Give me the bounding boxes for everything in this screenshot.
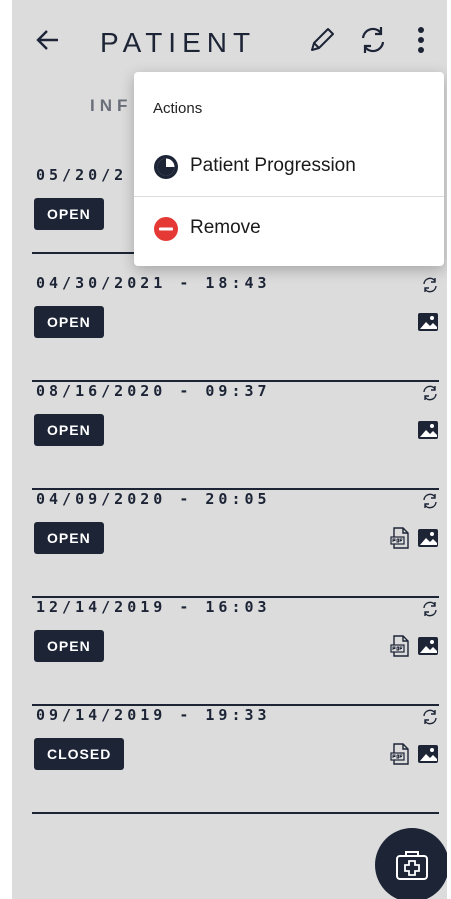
image-icon[interactable] xyxy=(417,420,439,440)
add-record-fab[interactable] xyxy=(375,828,447,899)
more-vertical-icon[interactable] xyxy=(414,24,428,56)
pdf-icon[interactable] xyxy=(389,527,411,549)
app-header: PATIENT xyxy=(12,0,447,80)
pencil-icon[interactable] xyxy=(306,24,336,56)
record-datetime: 05/20/2 xyxy=(36,166,128,184)
pdf-icon[interactable] xyxy=(389,743,411,765)
status-badge[interactable]: CLOSED xyxy=(34,738,125,770)
tab-info[interactable]: INF xyxy=(90,96,132,116)
arrow-left-icon[interactable] xyxy=(34,26,62,54)
page-title: PATIENT xyxy=(100,27,257,58)
image-icon[interactable] xyxy=(417,528,439,548)
record-row[interactable]: 09/14/2019 - 19:33 CLOSED xyxy=(32,706,439,814)
record-row[interactable]: 04/09/2020 - 20:05 OPEN xyxy=(32,490,439,598)
record-row[interactable]: 08/16/2020 - 09:37 OPEN xyxy=(32,382,439,490)
record-datetime: 09/14/2019 - 19:33 xyxy=(36,706,271,724)
sync-icon[interactable] xyxy=(421,492,439,510)
status-badge[interactable]: OPEN xyxy=(34,630,104,662)
image-icon[interactable] xyxy=(417,744,439,764)
pdf-icon[interactable] xyxy=(389,635,411,657)
status-badge[interactable]: OPEN xyxy=(34,522,104,554)
remove-icon xyxy=(154,217,178,241)
divider xyxy=(32,812,439,814)
image-icon[interactable] xyxy=(417,636,439,656)
sync-icon[interactable] xyxy=(421,384,439,402)
record-row[interactable]: 12/14/2019 - 16:03 OPEN xyxy=(32,598,439,706)
actions-menu: Actions Patient Progression Remove xyxy=(134,72,444,266)
status-badge[interactable]: OPEN xyxy=(34,198,104,230)
record-datetime: 04/30/2021 - 18:43 xyxy=(36,274,271,292)
status-badge[interactable]: OPEN xyxy=(34,414,104,446)
record-datetime: 08/16/2020 - 09:37 xyxy=(36,382,271,400)
menu-item-label: Patient Progression xyxy=(190,155,356,176)
menu-item-remove[interactable]: Remove xyxy=(134,198,444,258)
sync-icon[interactable] xyxy=(421,600,439,618)
menu-item-label: Remove xyxy=(190,217,261,238)
sync-icon[interactable] xyxy=(357,24,389,56)
sync-icon[interactable] xyxy=(421,276,439,294)
record-datetime: 12/14/2019 - 16:03 xyxy=(36,598,271,616)
medical-kit-icon xyxy=(396,851,428,880)
record-row[interactable]: 04/30/2021 - 18:43 OPEN xyxy=(32,274,439,382)
image-icon[interactable] xyxy=(417,312,439,332)
menu-header: Actions xyxy=(153,100,203,117)
status-badge[interactable]: OPEN xyxy=(34,306,104,338)
menu-divider xyxy=(134,196,444,197)
app-screen: PATIENT INF 05/20/2 OPEN 04/30/2021 - 18… xyxy=(12,0,447,899)
record-datetime: 04/09/2020 - 20:05 xyxy=(36,490,271,508)
menu-item-patient-progression[interactable]: Patient Progression xyxy=(134,136,444,196)
progression-icon xyxy=(154,155,178,179)
sync-icon[interactable] xyxy=(421,708,439,726)
